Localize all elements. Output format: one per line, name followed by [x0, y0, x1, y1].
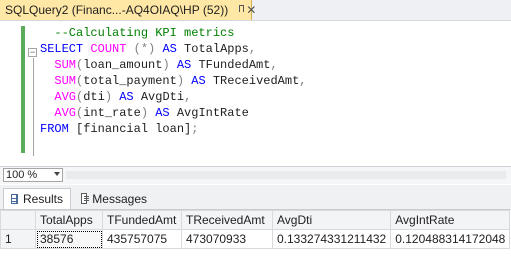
code-line[interactable]: AVG(dti) AS AvgDti,: [40, 89, 306, 105]
editor-gutter: [0, 21, 20, 166]
table-row[interactable]: 1 38576 435757075 473070933 0.1332743312…: [0, 229, 511, 249]
tab-results-label: Results: [22, 192, 63, 206]
code-token: AS: [162, 42, 177, 56]
table-cell[interactable]: 435757075: [102, 229, 182, 249]
code-token: ): [140, 106, 149, 120]
chevron-down-icon: [54, 172, 60, 176]
code-token: ): [176, 74, 185, 88]
code-line[interactable]: SELECT COUNT (*) AS TotalApps,: [40, 41, 306, 57]
code-token: SUM: [54, 58, 77, 72]
document-tab[interactable]: SQLQuery2 (Financ...-AQ4OIAQ\HP (52)) ✕: [0, 0, 256, 20]
code-token: ;: [191, 122, 199, 136]
table-cell[interactable]: 38576: [35, 229, 103, 249]
code-token: [financial loan]: [68, 122, 192, 136]
code-token: SUM: [54, 74, 77, 88]
horizontal-scrollbar[interactable]: [66, 171, 506, 179]
collapse-icon[interactable]: −: [28, 48, 37, 57]
code-token: TotalApps: [176, 42, 249, 56]
close-icon[interactable]: ✕: [246, 4, 256, 16]
code-token: AS: [191, 74, 206, 88]
zoom-select[interactable]: 100 %: [3, 168, 63, 182]
code-token: AS: [155, 106, 170, 120]
code-line[interactable]: SUM(loan_amount) AS TFundedAmt,: [40, 57, 306, 73]
grid-corner[interactable]: [0, 210, 36, 230]
outline-line: [33, 58, 34, 156]
code-token: AVG: [54, 90, 77, 104]
code-token: SELECT: [40, 42, 84, 56]
zoom-bar: 100 %: [0, 166, 511, 184]
results-tab-strip: Results Messages: [0, 185, 511, 210]
code-token: ): [162, 58, 170, 72]
code-token: ,: [184, 90, 192, 104]
code-token: TFundedAmt: [191, 58, 271, 72]
code-token: AS: [176, 58, 192, 72]
tab-messages-label: Messages: [92, 191, 147, 206]
code-line[interactable]: SUM(total_payment) AS TReceivedAmt,: [40, 73, 306, 89]
code-line[interactable]: FROM [financial loan];: [40, 121, 306, 137]
table-cell[interactable]: 0.120488314172048: [390, 229, 511, 249]
code-token: ): [104, 90, 113, 104]
code-token: total_payment: [83, 74, 177, 88]
document-tab-strip: SQLQuery2 (Financ...-AQ4OIAQ\HP (52)) ✕: [0, 0, 511, 21]
code-token: (*): [133, 42, 156, 56]
code-token: AvgDti: [133, 90, 185, 104]
tab-results[interactable]: Results: [3, 188, 71, 209]
header-row: TotalApps TFundedAmt TReceivedAmt AvgDti…: [0, 210, 511, 230]
change-indicator-bar: [21, 26, 25, 153]
row-number[interactable]: 1: [0, 229, 36, 249]
column-header[interactable]: TReceivedAmt: [181, 210, 273, 230]
column-header[interactable]: AvgIntRate: [390, 210, 511, 230]
table-cell[interactable]: 0.133274331211432: [271, 229, 392, 249]
code-token: ,: [299, 74, 307, 88]
table-cell[interactable]: 473070933: [181, 229, 273, 249]
document-tab-title: SQLQuery2 (Financ...-AQ4OIAQ\HP (52)): [5, 3, 229, 17]
code-token: ,: [248, 42, 257, 56]
zoom-value: 100 %: [6, 169, 38, 181]
grid-icon: [11, 194, 18, 204]
results-table: TotalApps TFundedAmt TReceivedAmt AvgDti…: [0, 210, 511, 249]
query-editor[interactable]: − --Calculating KPI metrics SELECT COUNT …: [0, 21, 511, 166]
code-token: --Calculating KPI metrics: [54, 26, 235, 40]
column-header[interactable]: AvgDti: [271, 210, 392, 230]
code-token: AVG: [54, 106, 77, 120]
code-token: AS: [119, 90, 134, 104]
code-token: loan_amount: [83, 58, 163, 72]
sql-code[interactable]: --Calculating KPI metrics SELECT COUNT (*…: [40, 25, 306, 137]
code-token: TReceivedAmt: [205, 74, 300, 88]
column-header[interactable]: TFundedAmt: [102, 210, 182, 230]
tab-messages[interactable]: Messages: [74, 188, 154, 209]
results-grid[interactable]: TotalApps TFundedAmt TReceivedAmt AvgDti…: [0, 210, 511, 270]
code-token: AvgIntRate: [169, 106, 249, 120]
code-token: COUNT: [90, 42, 127, 56]
code-token: int_rate: [83, 106, 141, 120]
code-token: FROM: [40, 122, 69, 136]
code-line[interactable]: AVG(int_rate) AS AvgIntRate: [40, 105, 306, 121]
messages-icon: [81, 193, 90, 204]
code-token: dti: [83, 90, 105, 104]
column-header[interactable]: TotalApps: [35, 210, 103, 230]
code-token: ,: [270, 58, 278, 72]
code-line[interactable]: --Calculating KPI metrics: [40, 25, 306, 41]
